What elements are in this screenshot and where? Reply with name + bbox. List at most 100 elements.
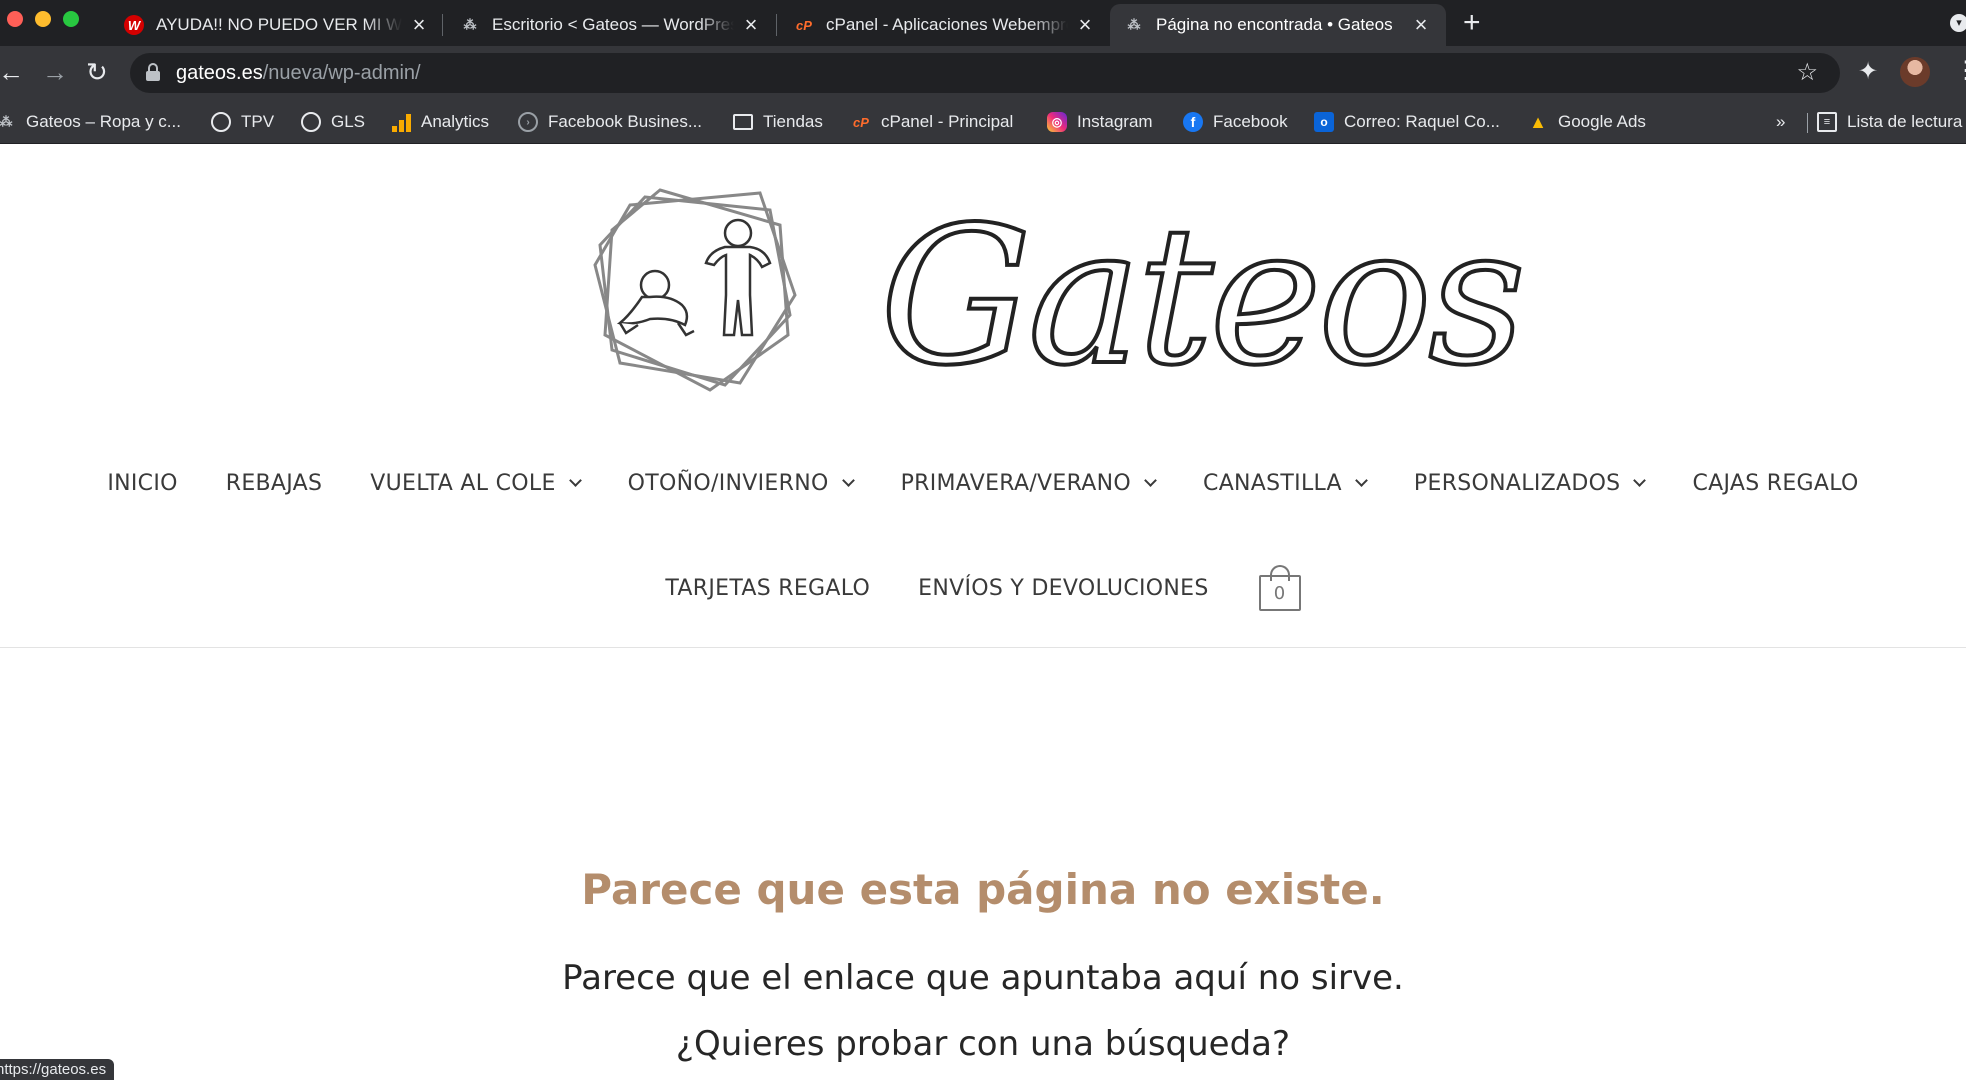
profile-avatar[interactable] — [1900, 57, 1930, 87]
shopping-cart-button[interactable]: 0 — [1258, 565, 1301, 611]
wp-help-icon: W — [124, 15, 144, 35]
menu-item-vuelta-al-cole[interactable]: VUELTA AL COLE — [370, 471, 582, 496]
back-arrow-icon[interactable]: ← — [0, 57, 24, 87]
bookmark-label: Gateos – Ropa y c... — [26, 112, 181, 131]
main-menu-row-2: TARJETAS REGALO ENVÍOS Y DEVOLUCIONES 0 — [0, 558, 1966, 618]
browser-tab[interactable]: ⁂ Escritorio < Gateos — WordPress × — [454, 4, 768, 46]
folder-icon — [733, 114, 753, 130]
reading-list-button[interactable]: ≡ Lista de lectura — [1817, 107, 1962, 137]
browser-toolbar: ← → ↻ gateos.es/nueva/wp-admin/ ☆ — [0, 46, 1966, 100]
lock-icon[interactable] — [146, 63, 160, 81]
baby-favicon-icon: ⁂ — [1127, 17, 1141, 32]
baby-favicon-icon: ⁂ — [463, 17, 477, 32]
reading-list-label: Lista de lectura — [1847, 112, 1963, 131]
bookmark-label: Analytics — [421, 112, 490, 131]
browser-tab-active[interactable]: ⁂ Página no encontrada • Gateos × — [1110, 4, 1446, 46]
bookmark-item[interactable]: o Correo: Raquel Co... — [1314, 107, 1500, 137]
tab-title: cPanel - Aplicaciones Webempresa — [826, 15, 1068, 34]
bookmark-label: GLS — [331, 112, 366, 131]
main-menu-row-1: INICIO REBAJAS VUELTA AL COLE OTOÑO/INVI… — [0, 463, 1966, 503]
bookmark-label: Facebook — [1213, 112, 1288, 131]
menu-item-envios-devoluciones[interactable]: ENVÍOS Y DEVOLUCIONES — [918, 576, 1208, 601]
bookmark-label: Facebook Busines... — [548, 112, 703, 131]
cart-count: 0 — [1258, 575, 1301, 611]
tab-title: Escritorio < Gateos — WordPress — [492, 15, 734, 34]
globe-icon — [301, 112, 321, 132]
menu-item-rebajas[interactable]: REBAJAS — [226, 471, 323, 496]
bookmarks-bar: ⁂ Gateos – Ropa y c... TPV GLS Analytics… — [0, 100, 1966, 144]
bookmarks-overflow-button[interactable]: » — [1776, 107, 1785, 137]
bookmark-item[interactable]: f Facebook — [1183, 107, 1288, 137]
tab-search-icon[interactable]: ▾ — [1950, 14, 1966, 32]
chevron-down-icon — [1355, 473, 1368, 487]
bookmark-label: Correo: Raquel Co... — [1344, 112, 1500, 131]
facebook-business-icon: › — [518, 112, 538, 132]
header-divider — [0, 647, 1966, 648]
address-bar[interactable]: gateos.es/nueva/wp-admin/ ☆ — [130, 53, 1840, 93]
close-tab-icon[interactable]: × — [1410, 14, 1432, 36]
browser-menu-icon[interactable]: ⋮ — [1954, 56, 1966, 86]
bookmark-item[interactable]: › Facebook Busines... — [518, 107, 702, 137]
menu-item-tarjetas-regalo[interactable]: TARJETAS REGALO — [665, 576, 870, 601]
menu-item-personalizados[interactable]: PERSONALIZADOS — [1414, 471, 1647, 496]
bookmark-item[interactable]: ⁂ Gateos – Ropa y c... — [0, 107, 181, 137]
bookmark-star-icon[interactable]: ☆ — [1796, 58, 1818, 87]
extensions-puzzle-icon[interactable]: ✦ — [1858, 57, 1878, 86]
bookmark-label: Google Ads — [1558, 112, 1646, 131]
status-bar-url: https://gateos.es — [0, 1059, 115, 1080]
tab-separator — [442, 14, 443, 36]
zoom-window-button[interactable] — [63, 11, 79, 27]
forward-arrow-icon[interactable]: → — [42, 57, 68, 87]
bookmark-label: TPV — [241, 112, 275, 131]
outlook-icon: o — [1314, 112, 1334, 132]
gateos-logo-emblem-icon[interactable] — [590, 185, 802, 395]
bookmark-item[interactable]: Analytics — [391, 107, 489, 137]
close-tab-icon[interactable]: × — [1074, 14, 1096, 36]
bookmark-label: Instagram — [1077, 112, 1153, 131]
gateos-logo-wordmark[interactable]: Gateos — [878, 195, 1528, 399]
browser-tab[interactable]: W AYUDA!! NO PUEDO VER MI WORDPRESS × — [118, 4, 436, 46]
new-tab-button[interactable]: + — [1463, 8, 1481, 38]
minimize-window-button[interactable] — [35, 11, 51, 27]
tab-separator — [776, 14, 777, 36]
bookmark-item[interactable]: ▲ Google Ads — [1528, 107, 1646, 137]
browser-tab-strip: W AYUDA!! NO PUEDO VER MI WORDPRESS × ⁂ … — [0, 0, 1966, 46]
google-ads-icon: ▲ — [1529, 111, 1547, 132]
bookmark-item[interactable]: TPV — [211, 107, 274, 137]
menu-item-canastilla[interactable]: CANASTILLA — [1203, 471, 1368, 496]
chevron-down-icon — [568, 473, 582, 487]
facebook-icon: f — [1183, 112, 1203, 132]
chevron-down-icon — [841, 473, 855, 487]
close-tab-icon[interactable]: × — [740, 14, 762, 36]
tab-title: Página no encontrada • Gateos — [1156, 15, 1393, 34]
menu-item-cajas-regalo[interactable]: CAJAS REGALO — [1692, 471, 1858, 496]
bookmarks-separator — [1807, 113, 1808, 133]
not-found-message: Parece que el enlace que apuntaba aquí n… — [562, 958, 1404, 1064]
menu-item-inicio[interactable]: INICIO — [107, 471, 177, 496]
chevron-down-icon — [1144, 473, 1157, 487]
close-window-button[interactable] — [7, 11, 23, 27]
bookmark-item[interactable]: cP cPanel - Principal — [851, 107, 1013, 137]
menu-item-primavera-verano[interactable]: PRIMAVERA/VERANO — [901, 471, 1157, 496]
browser-tab[interactable]: cP cPanel - Aplicaciones Webempresa × — [788, 4, 1102, 46]
menu-item-otono-invierno[interactable]: OTOÑO/INVIERNO — [628, 471, 855, 496]
bookmark-item[interactable]: Tiendas — [733, 107, 823, 137]
chevron-down-icon — [1633, 473, 1647, 487]
tab-title: AYUDA!! NO PUEDO VER MI WORDPRESS — [156, 15, 402, 34]
close-tab-icon[interactable]: × — [408, 14, 430, 36]
instagram-icon: ◎ — [1047, 112, 1067, 132]
baby-icon: ⁂ — [0, 114, 13, 129]
reload-icon[interactable]: ↻ — [86, 57, 108, 87]
not-found-title: Parece que esta página no existe. — [581, 865, 1385, 914]
cpanel-icon: cP — [796, 17, 812, 33]
cpanel-icon: cP — [853, 114, 869, 130]
reading-list-icon: ≡ — [1817, 112, 1837, 132]
bookmark-label: cPanel - Principal — [881, 112, 1014, 131]
url-text[interactable]: gateos.es/nueva/wp-admin/ — [176, 62, 421, 85]
web-page: Gateos INICIO REBAJAS VUELTA AL COLE OTO… — [0, 145, 1966, 1080]
bookmark-item[interactable]: GLS — [301, 107, 365, 137]
analytics-icon — [391, 112, 411, 132]
bookmark-item[interactable]: ◎ Instagram — [1047, 107, 1153, 137]
bookmark-label: Tiendas — [763, 112, 823, 131]
globe-icon — [211, 112, 231, 132]
